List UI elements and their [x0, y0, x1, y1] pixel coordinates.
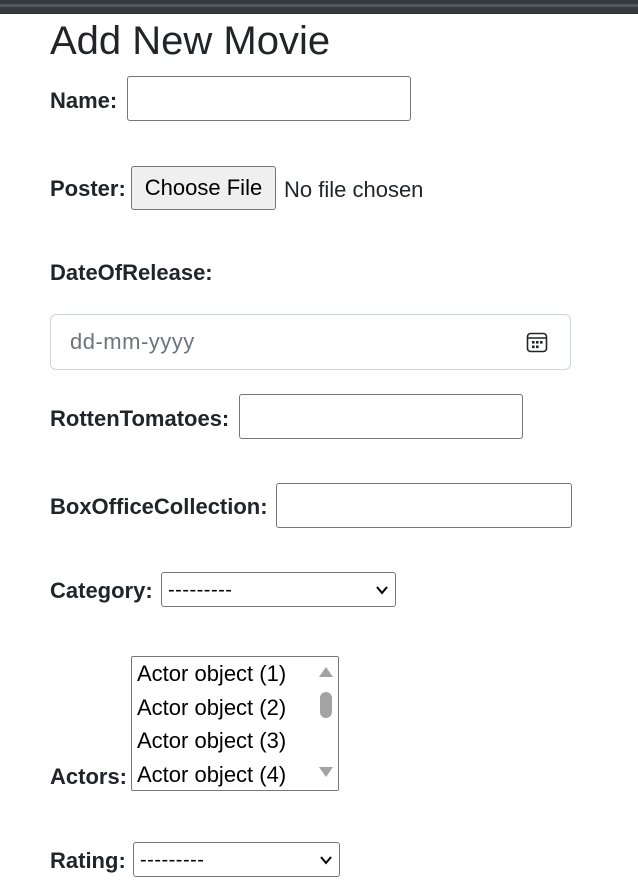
actors-multiselect[interactable]: Actor object (1) Actor object (2) Actor … [131, 656, 339, 791]
navbar-divider [0, 4, 638, 7]
rating-label: Rating: [50, 848, 126, 873]
box-office-collection-input[interactable] [276, 483, 572, 528]
actor-option[interactable]: Actor object (1) [137, 660, 286, 688]
name-input[interactable] [127, 76, 411, 121]
top-navbar [0, 0, 638, 14]
category-selected-value: --------- [168, 579, 233, 601]
actor-option[interactable]: Actor object (3) [137, 727, 286, 755]
chevron-down-icon [376, 586, 388, 595]
poster-label: Poster: [50, 176, 126, 201]
category-label: Category: [50, 578, 153, 603]
triangle-up-icon[interactable] [319, 667, 333, 677]
category-select[interactable]: --------- [161, 572, 396, 607]
actors-label: Actors: [50, 764, 128, 789]
rating-select[interactable]: --------- [133, 842, 340, 877]
chevron-down-icon [320, 856, 332, 865]
name-label: Name: [50, 88, 118, 113]
actor-option[interactable]: Actor object (2) [137, 694, 286, 722]
file-status-text: No file chosen [284, 177, 424, 202]
triangle-down-icon[interactable] [319, 767, 333, 777]
rotten-tomatoes-input[interactable] [239, 394, 523, 439]
actor-option[interactable]: Actor object (4) [137, 761, 286, 789]
rating-selected-value: --------- [140, 849, 205, 871]
date-of-release-label: DateOfRelease: [50, 260, 213, 285]
actors-scrollbar[interactable] [314, 657, 338, 790]
scrollbar-thumb[interactable] [320, 692, 332, 718]
rotten-tomatoes-label: RottenTomatoes: [50, 406, 230, 431]
date-placeholder: dd-mm-yyyy [70, 329, 195, 354]
page-title: Add New Movie [50, 19, 331, 63]
date-of-release-input[interactable]: dd-mm-yyyy [50, 314, 571, 370]
box-office-collection-label: BoxOfficeCollection: [50, 494, 268, 519]
calendar-icon[interactable] [526, 331, 548, 353]
choose-file-button[interactable]: Choose File [131, 166, 276, 210]
